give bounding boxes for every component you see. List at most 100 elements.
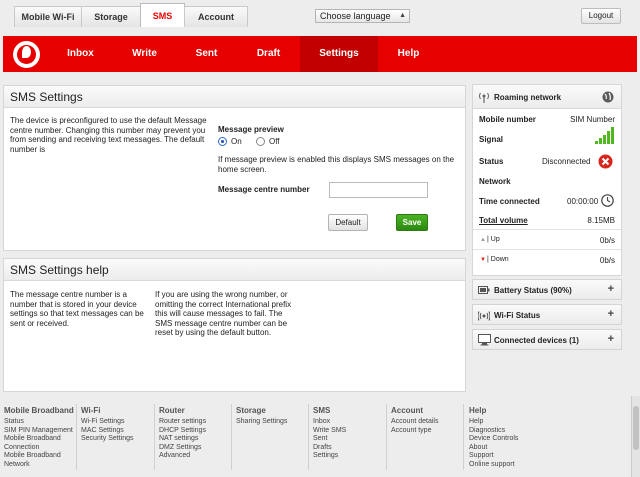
footer-link[interactable]: Advanced [159,452,206,461]
nav-inbox[interactable]: Inbox [55,36,106,72]
connected-devices-label: Connected devices (1) [494,336,579,345]
footer-link[interactable]: Wi-Fi Settings [81,418,134,427]
total-volume-link[interactable]: Total volume [479,216,528,225]
language-select-label: Choose language [320,11,391,21]
message-preview-label: Message preview [218,125,284,134]
footer-link[interactable]: Diagnostics [469,427,518,436]
up-arrow-icon: ▲ [480,237,486,243]
save-button[interactable]: Save [396,214,428,231]
nav-settings[interactable]: Settings [300,36,378,72]
footer-link[interactable]: Mobile Broadband [4,435,74,444]
footer-link[interactable]: Drafts [313,444,346,453]
wifi-status-box[interactable]: Wi-Fi Status + [472,304,622,325]
footer: Mobile Broadband Status SIM PIN Manageme… [0,396,640,477]
down-label: | Down [487,256,509,263]
connected-devices-box[interactable]: Connected devices (1) + [472,329,622,350]
footer-col-mobile-broadband: Mobile Broadband Status SIM PIN Manageme… [4,406,74,470]
battery-status-label: Battery Status (90%) [494,286,572,295]
footer-link[interactable]: Inbox [313,418,346,427]
footer-link[interactable]: About [469,444,518,453]
footer-col-wifi: Wi-Fi Wi-Fi Settings MAC Settings Securi… [81,406,134,444]
message-centre-label: Message centre number [218,185,310,194]
preview-on-radio[interactable] [218,137,227,146]
language-select[interactable]: Choose language ▲ [315,9,410,23]
footer-heading: Mobile Broadband [4,406,74,415]
antenna-icon [479,92,489,103]
footer-link[interactable]: Help [469,418,518,427]
tab-account[interactable]: Account [184,6,248,27]
preview-off-radio[interactable] [256,137,265,146]
down-label-text: Down [490,256,509,263]
footer-link[interactable]: Connection [4,444,74,453]
expand-icon[interactable]: + [608,283,614,295]
tab-mobile-wifi[interactable]: Mobile Wi-Fi [14,6,82,27]
footer-link[interactable]: Online support [469,461,518,470]
footer-link[interactable]: NAT settings [159,435,206,444]
down-arrow-icon: ▼ [480,257,486,263]
signal-bars-icon [595,127,614,144]
globe-icon[interactable] [602,91,614,103]
main-nav: Inbox Write Sent Draft Settings Help [3,36,637,72]
footer-divider [154,404,155,470]
footer-link[interactable]: SIM PIN Management [4,427,74,436]
nav-draft[interactable]: Draft [243,36,294,72]
message-preview-note: If message preview is enabled this displ… [218,155,455,174]
footer-link[interactable]: Sent [313,435,346,444]
footer-link[interactable]: Device Controls [469,435,518,444]
tab-storage[interactable]: Storage [81,6,141,27]
expand-icon[interactable]: + [608,308,614,320]
scrollbar-thumb[interactable] [633,406,639,450]
logout-button[interactable]: Logout [581,8,621,24]
footer-link[interactable]: Router settings [159,418,206,427]
sms-help-title: SMS Settings help [4,259,465,281]
down-value: 0b/s [599,256,615,265]
footer-heading: Storage [236,406,266,415]
status-label: Status [479,157,504,166]
footer-link[interactable]: DHCP Settings [159,427,206,436]
footer-heading: Router [159,406,185,415]
footer-link[interactable]: Account type [391,427,438,436]
time-connected-label: Time connected [479,197,540,206]
tab-sms[interactable]: SMS [140,3,185,27]
mobile-number-value: SIM Number [570,115,615,124]
nav-write[interactable]: Write [119,36,170,72]
footer-heading: Wi-Fi [81,406,101,415]
mobile-number-label: Mobile number [479,115,536,124]
footer-link[interactable]: Write SMS [313,427,346,436]
disconnected-icon [598,154,613,169]
nav-help[interactable]: Help [383,36,434,72]
footer-link[interactable]: MAC Settings [81,427,134,436]
footer-col-storage: Storage Sharing Settings [236,406,287,427]
top-tabs: Mobile Wi-Fi Storage SMS Account [14,3,248,27]
footer-link[interactable]: DMZ Settings [159,444,206,453]
select-arrows-icon: ▲ [399,12,406,19]
footer-col-account: Account Account details Account type [391,406,438,435]
footer-link[interactable]: Status [4,418,74,427]
clock-icon [601,194,614,207]
wifi-status-label: Wi-Fi Status [494,311,541,320]
preview-on-label: On [231,137,242,146]
footer-link[interactable]: Support [469,452,518,461]
footer-link[interactable]: Account details [391,418,438,427]
message-centre-input[interactable] [329,182,428,198]
battery-status-box[interactable]: Battery Status (90%) + [472,279,622,300]
footer-divider [308,404,309,470]
divider [473,229,621,230]
footer-divider [386,404,387,470]
total-volume-value: 8.15MB [587,216,615,225]
footer-link[interactable]: Security Settings [81,435,134,444]
nav-sent[interactable]: Sent [181,36,232,72]
roaming-panel: Roaming network Mobile number SIM Number… [472,84,622,276]
expand-icon[interactable]: + [608,333,614,345]
sms-help-panel: SMS Settings help The message centre num… [3,258,466,392]
network-label: Network [479,177,511,186]
up-value: 0b/s [599,236,615,245]
footer-link[interactable]: Settings [313,452,346,461]
footer-link[interactable]: Network [4,461,74,470]
footer-col-router: Router Router settings DHCP Settings NAT… [159,406,206,461]
footer-divider [463,404,464,470]
footer-scrollbar[interactable] [631,396,640,477]
footer-link[interactable]: Sharing Settings [236,418,287,427]
footer-link[interactable]: Mobile Broadband [4,452,74,461]
default-button[interactable]: Default [328,214,368,231]
